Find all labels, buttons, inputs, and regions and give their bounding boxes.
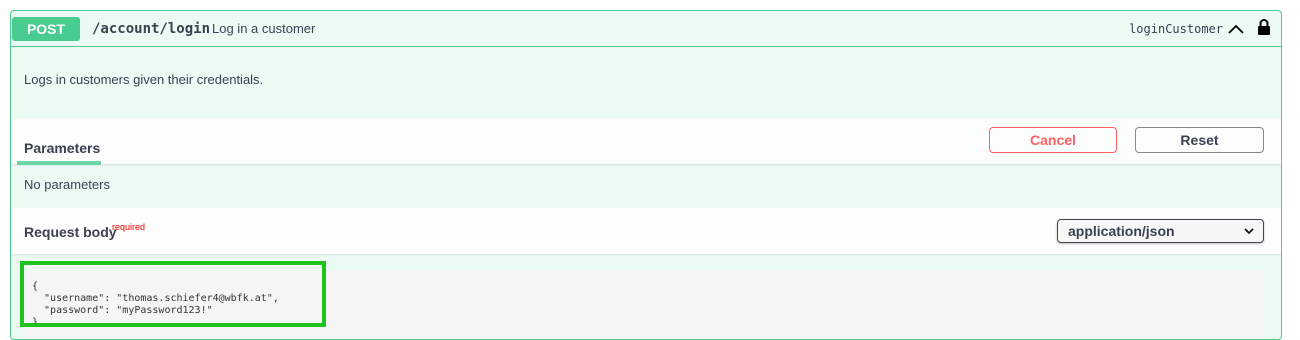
lock-icon[interactable] bbox=[1257, 18, 1271, 36]
no-parameters-text: No parameters bbox=[24, 177, 110, 192]
request-body-header: Request body required application/json bbox=[11, 208, 1281, 254]
method-badge: POST bbox=[12, 17, 80, 41]
operation-summary-text: Log in a customer bbox=[212, 21, 316, 36]
active-tab-indicator bbox=[17, 161, 101, 165]
cancel-button[interactable]: Cancel bbox=[989, 127, 1117, 153]
reset-button[interactable]: Reset bbox=[1135, 127, 1264, 153]
chevron-down-icon bbox=[1244, 228, 1254, 235]
required-badge: required bbox=[112, 222, 146, 232]
request-body-title: Request body bbox=[24, 224, 117, 240]
operation-description: Logs in customers given their credential… bbox=[24, 72, 264, 87]
endpoint-path: /account/login bbox=[92, 21, 211, 37]
operation-summary[interactable]: POST /account/login Log in a customer lo… bbox=[11, 11, 1281, 47]
parameters-header: Parameters Cancel Reset bbox=[11, 118, 1281, 165]
content-type-value: application/json bbox=[1068, 223, 1175, 239]
operation-id: loginCustomer bbox=[1129, 22, 1223, 36]
content-type-select[interactable]: application/json bbox=[1057, 219, 1264, 243]
highlight-box bbox=[20, 261, 326, 327]
chevron-up-icon[interactable] bbox=[1227, 21, 1245, 37]
tab-parameters[interactable]: Parameters bbox=[24, 140, 100, 156]
